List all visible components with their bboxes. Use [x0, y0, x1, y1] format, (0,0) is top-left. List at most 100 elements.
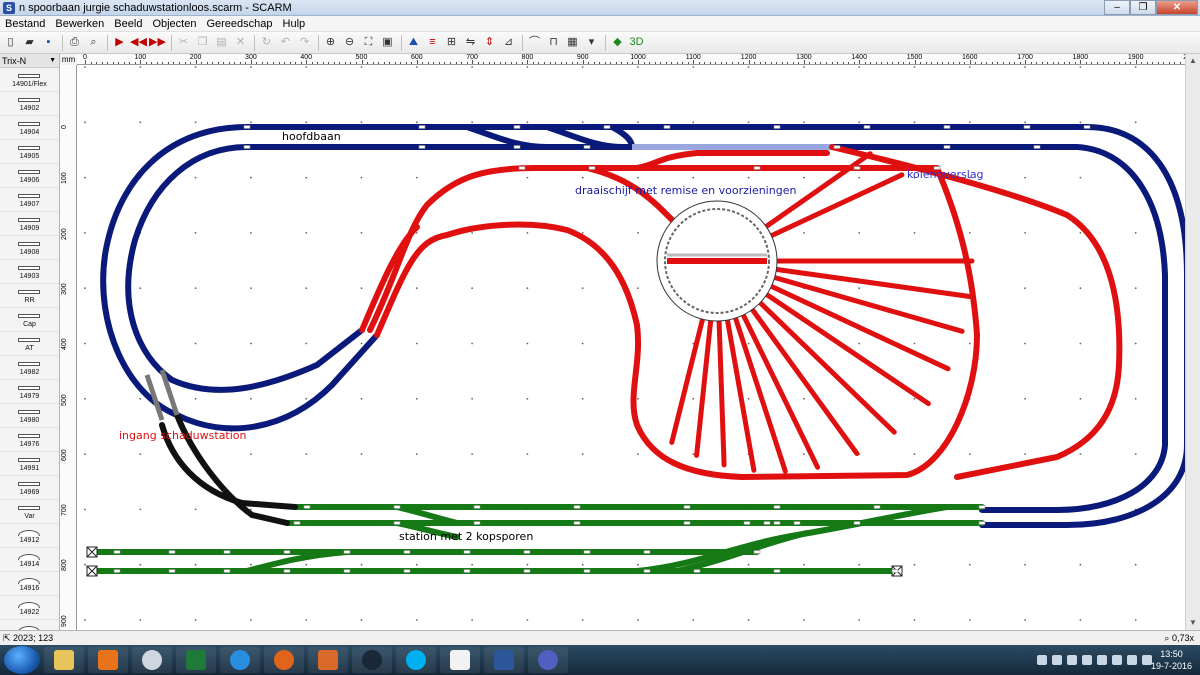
- fast-forward-icon[interactable]: ▶▶: [149, 34, 166, 51]
- library-item[interactable]: 14922: [0, 596, 59, 620]
- tunnel-icon[interactable]: ⊓: [545, 34, 562, 51]
- layers-icon[interactable]: ≡: [424, 34, 441, 51]
- library-item[interactable]: 14903: [0, 260, 59, 284]
- redo-icon[interactable]: ↷: [296, 34, 313, 51]
- tray-arrow-icon[interactable]: [1052, 655, 1062, 665]
- close-button[interactable]: ✕: [1156, 0, 1198, 15]
- view-3d-icon[interactable]: 3D: [628, 34, 645, 51]
- vertical-scrollbar[interactable]: ▲ ▼: [1185, 54, 1200, 630]
- align-icon[interactable]: ⊞: [443, 34, 460, 51]
- explorer-taskbar-icon[interactable]: [44, 647, 84, 673]
- library-item[interactable]: 14909: [0, 212, 59, 236]
- tray-keyboard-icon[interactable]: [1037, 655, 1047, 665]
- library-item[interactable]: 14980: [0, 404, 59, 428]
- tray-signal-icon[interactable]: [1067, 655, 1077, 665]
- tray-bluetooth-icon[interactable]: [1097, 655, 1107, 665]
- open-folder-icon[interactable]: ▰: [21, 34, 38, 51]
- library-item[interactable]: 14902: [0, 92, 59, 116]
- delete-icon[interactable]: ✕: [232, 34, 249, 51]
- menu-bestand[interactable]: Bestand: [0, 18, 50, 30]
- library-item[interactable]: 14982: [0, 356, 59, 380]
- library-item[interactable]: 14969: [0, 476, 59, 500]
- library-selector[interactable]: Trix-N ▼: [0, 54, 59, 68]
- library-item[interactable]: Var: [0, 500, 59, 524]
- library-item[interactable]: 14979: [0, 380, 59, 404]
- status-bar: ⇱ 2023; 123 ⌕ 0,73x: [0, 630, 1200, 645]
- installer-taskbar-icon[interactable]: [308, 647, 348, 673]
- library-item[interactable]: 14916: [0, 572, 59, 596]
- print-preview-icon[interactable]: ⌕: [85, 34, 102, 51]
- start-button[interactable]: [4, 646, 40, 674]
- library-item[interactable]: 14904: [0, 116, 59, 140]
- library-item[interactable]: 14907: [0, 188, 59, 212]
- tray-monitor-icon[interactable]: [1127, 655, 1137, 665]
- dropdown-icon[interactable]: ▾: [583, 34, 600, 51]
- save-icon[interactable]: ▪: [40, 34, 57, 51]
- copy-icon[interactable]: ❐: [194, 34, 211, 51]
- library-item[interactable]: 14914: [0, 548, 59, 572]
- measure-icon[interactable]: ⊿: [500, 34, 517, 51]
- cut-icon[interactable]: ✂: [175, 34, 192, 51]
- menu-hulp[interactable]: Hulp: [278, 18, 311, 30]
- layout-canvas[interactable]: hoofdbaan draaischijf met remise en voor…: [77, 65, 1185, 630]
- new-file-icon[interactable]: ▯: [2, 34, 19, 51]
- paste-icon[interactable]: ▤: [213, 34, 230, 51]
- library-item[interactable]: 14976: [0, 428, 59, 452]
- scroll-down-icon[interactable]: ▼: [1186, 616, 1200, 630]
- taskbar-clock[interactable]: 13:50 19-7-2016: [1151, 648, 1192, 672]
- flip-icon[interactable]: ⇋: [462, 34, 479, 51]
- zoom-in-icon[interactable]: ⊕: [322, 34, 339, 51]
- grid-icon[interactable]: ▦: [564, 34, 581, 51]
- notepad-taskbar-icon[interactable]: [440, 647, 480, 673]
- library-item[interactable]: 14901/Flex: [0, 68, 59, 92]
- toolbar: ▯ ▰ ▪ ⎙ ⌕ ▶ ◀◀ ▶▶ ✂ ❐ ▤ ✕ ↻ ↶ ↷ ⊕ ⊖ ⛶ ▣ …: [0, 32, 1200, 54]
- ruler-y-label: 300: [61, 283, 68, 295]
- library-item-label: 14912: [19, 537, 40, 544]
- zoom-fit-icon[interactable]: ⛶: [360, 34, 377, 51]
- library-item[interactable]: 14908: [0, 236, 59, 260]
- terrain-icon[interactable]: ⛰: [405, 34, 422, 51]
- library-item[interactable]: 14906: [0, 164, 59, 188]
- tray-flag-icon[interactable]: [1112, 655, 1122, 665]
- skype-taskbar-icon[interactable]: [396, 647, 436, 673]
- menu-gereedschap[interactable]: Gereedschap: [201, 18, 277, 30]
- zoom-out-icon[interactable]: ⊖: [341, 34, 358, 51]
- network-taskbar-icon[interactable]: [132, 647, 172, 673]
- maximize-button[interactable]: ❐: [1130, 0, 1156, 15]
- menu-bewerken[interactable]: Bewerken: [50, 18, 109, 30]
- library-item[interactable]: 14905: [0, 140, 59, 164]
- library-item[interactable]: RR: [0, 284, 59, 308]
- title-bar: S n spoorbaan jurgie schaduwstationloos.…: [0, 0, 1200, 16]
- library-item[interactable]: 14912: [0, 524, 59, 548]
- menu-objecten[interactable]: Objecten: [147, 18, 201, 30]
- track-height-icon[interactable]: ⇕: [481, 34, 498, 51]
- excel-taskbar-icon[interactable]: [176, 647, 216, 673]
- depot-turntable-lead: [584, 165, 685, 233]
- print-icon[interactable]: ⎙: [66, 34, 83, 51]
- undo-icon[interactable]: ↶: [277, 34, 294, 51]
- rotate-icon[interactable]: ↻: [258, 34, 275, 51]
- menu-beeld[interactable]: Beeld: [109, 18, 147, 30]
- scroll-up-icon[interactable]: ▲: [1186, 54, 1200, 68]
- steam-taskbar-icon[interactable]: [352, 647, 392, 673]
- library-item[interactable]: 14924: [0, 620, 59, 630]
- library-item[interactable]: 14991: [0, 452, 59, 476]
- turntable[interactable]: [656, 200, 778, 322]
- internet-explorer-taskbar-icon[interactable]: [220, 647, 260, 673]
- main-line-outer-left: [100, 124, 250, 418]
- minimize-button[interactable]: –: [1104, 0, 1130, 15]
- play-icon[interactable]: ▶: [111, 34, 128, 51]
- scarm-taskbar-icon[interactable]: [528, 647, 568, 673]
- train-icon[interactable]: ◆: [609, 34, 626, 51]
- media-player-taskbar-icon[interactable]: [88, 647, 128, 673]
- rewind-icon[interactable]: ◀◀: [130, 34, 147, 51]
- firefox-taskbar-icon[interactable]: [264, 647, 304, 673]
- bridge-icon[interactable]: ⌒: [526, 34, 543, 51]
- track-plan[interactable]: hoofdbaan draaischijf met remise en voor…: [77, 65, 1185, 630]
- word-taskbar-icon[interactable]: [484, 647, 524, 673]
- zoom-1-1-icon[interactable]: ▣: [379, 34, 396, 51]
- library-item[interactable]: Cap: [0, 308, 59, 332]
- ruler-y-label: 600: [61, 449, 68, 461]
- library-item[interactable]: AT: [0, 332, 59, 356]
- tray-network-icon[interactable]: [1082, 655, 1092, 665]
